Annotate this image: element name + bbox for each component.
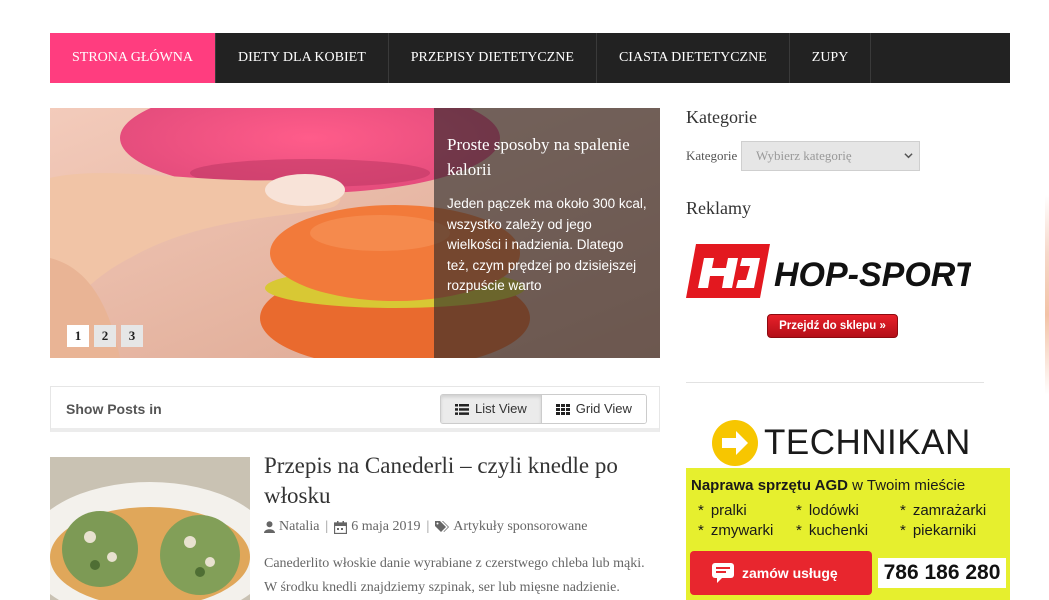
grid-view-label: Grid View: [575, 401, 632, 416]
ads-widget-title: Reklamy: [686, 198, 751, 218]
grid-icon: [555, 403, 570, 415]
technikan-phone[interactable]: 786 186 280: [878, 558, 1006, 588]
arrow-right-icon: [722, 431, 748, 455]
technikan-services: pralki lodówki zamrażarki zmywarki kuche…: [698, 502, 1008, 539]
slider-page-2[interactable]: 2: [94, 325, 116, 347]
technikan-ad[interactable]: TECHNIKAN Naprawa sprzętu AGD w Twoim mi…: [686, 418, 1010, 600]
slider-page-3[interactable]: 3: [121, 325, 143, 347]
categories-label: Kategorie: [686, 148, 738, 163]
view-switcher-label: Show Posts in: [66, 401, 162, 417]
sidebar-divider: [686, 382, 984, 383]
post-thumbnail[interactable]: [50, 457, 250, 600]
post-date[interactable]: 6 maja 2019: [351, 519, 420, 535]
hop-sport-brand: HOP-SPORT: [774, 256, 971, 294]
categories-select-value: Wybierz kategorię: [756, 148, 852, 163]
slide-text: Jeden pączek ma około 300 kcal, wszystko…: [447, 196, 647, 293]
list-icon: [455, 403, 469, 415]
technikan-logo-icon: [712, 420, 758, 466]
nav-item-home[interactable]: STRONA GŁÓWNA: [50, 33, 216, 83]
main-nav: STRONA GŁÓWNA DIETY DLA KOBIET PRZEPISY …: [50, 33, 1010, 83]
service-item: lodówki: [796, 502, 900, 519]
tags-icon: [435, 521, 450, 532]
technikan-brand: TECHNIKAN: [764, 423, 971, 462]
hop-sport-shop-button[interactable]: Przejdź do sklepu »: [767, 314, 898, 338]
hop-sport-logo[interactable]: HOP-SPORT: [686, 244, 971, 300]
post-thumbnail-image: [50, 457, 250, 600]
technikan-tagline-rest: w Twoim mieście: [847, 477, 966, 494]
post-author[interactable]: Natalia: [279, 519, 319, 535]
post-meta: Natalia | 6 maja 2019 | Artykuły sponsor…: [264, 519, 587, 535]
service-item: kuchenki: [796, 522, 900, 539]
categories-select[interactable]: Wybierz kategorię: [741, 141, 920, 171]
right-edge-ad-fragment: [1045, 195, 1049, 395]
post-title[interactable]: Przepis na Canederli – czyli knedle po w…: [264, 451, 660, 511]
meta-separator: |: [426, 519, 430, 534]
categories-widget-title: Kategorie: [686, 107, 757, 127]
grid-view-button[interactable]: Grid View: [541, 395, 646, 423]
post-excerpt: Canederlito włoskie danie wyrabiane z cz…: [264, 556, 645, 595]
slider-pager: 1 2 3: [67, 325, 143, 347]
post-category[interactable]: Artykuły sponsorowane: [453, 519, 587, 535]
list-view-button[interactable]: List View: [441, 395, 542, 423]
technikan-order-label: zamów usługę: [742, 565, 838, 581]
technikan-header: TECHNIKAN: [686, 418, 1010, 468]
chat-bubble-icon: [712, 563, 734, 583]
service-item: zmywarki: [698, 522, 796, 539]
technikan-tagline-bold: Naprawa sprzętu AGD: [691, 477, 848, 494]
technikan-tagline: Naprawa sprzętu AGD w Twoim mieście: [691, 477, 965, 494]
service-item: piekarniki: [900, 522, 1008, 539]
user-icon: [264, 521, 275, 533]
service-item: zamrażarki: [900, 502, 1008, 519]
slide-caption: Proste sposoby na spalenie kalorii Jeden…: [434, 108, 660, 358]
calendar-icon: [334, 520, 348, 534]
nav-item-ciasta[interactable]: CIASTA DIETETYCZNE: [597, 33, 790, 83]
technikan-order-button[interactable]: zamów usługę: [690, 551, 872, 595]
nav-item-zupy[interactable]: ZUPY: [790, 33, 872, 83]
nav-item-diety[interactable]: DIETY DLA KOBIET: [216, 33, 389, 83]
featured-slider[interactable]: Proste sposoby na spalenie kalorii Jeden…: [50, 108, 660, 358]
service-item: pralki: [698, 502, 796, 519]
chevron-down-icon: [904, 153, 913, 159]
nav-item-przepisy[interactable]: PRZEPISY DIETETYCZNE: [389, 33, 597, 83]
slide-title[interactable]: Proste sposoby na spalenie kalorii: [447, 132, 648, 182]
slider-page-1[interactable]: 1: [67, 325, 89, 347]
list-view-label: List View: [475, 401, 527, 416]
view-toggle-group: List View Grid View: [440, 394, 647, 424]
technikan-body: Naprawa sprzętu AGD w Twoim mieście pral…: [686, 468, 1010, 600]
meta-separator: |: [325, 519, 329, 534]
view-switcher-bar: Show Posts in List View Grid View: [50, 386, 660, 432]
